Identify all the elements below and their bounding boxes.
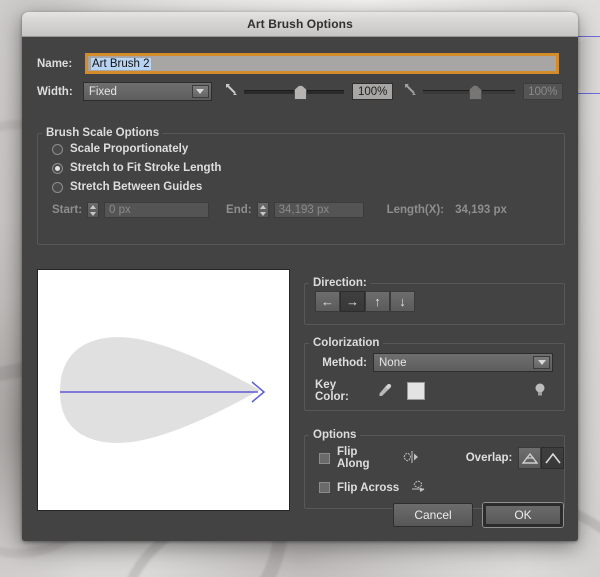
radio-button-icon[interactable] xyxy=(52,181,63,193)
radio-button-icon[interactable] xyxy=(52,143,63,155)
length-value: 34,193 px xyxy=(455,204,507,216)
end-input[interactable]: 34,193 px xyxy=(273,202,364,218)
start-stepper[interactable] xyxy=(87,202,100,218)
direction-up-button[interactable]: ↑ xyxy=(365,291,390,312)
start-input[interactable]: 0 px xyxy=(104,202,210,218)
direction-down-button[interactable]: ↓ xyxy=(390,291,415,312)
width-type-select[interactable]: Fixed xyxy=(82,82,212,101)
length-label: Length(X): xyxy=(386,204,445,216)
overlap-label: Overlap: xyxy=(465,452,513,464)
radio-stretch-between-guides[interactable]: Stretch Between Guides xyxy=(52,181,564,193)
direction-button-bar: ← → ↑ ↓ xyxy=(315,291,564,312)
width-value-1[interactable]: 100% xyxy=(352,83,393,100)
radio-label: Stretch Between Guides xyxy=(70,181,203,193)
width-label: Width: xyxy=(37,85,73,98)
brush-scale-options-group: Brush Scale Options Scale Proportionatel… xyxy=(37,127,565,245)
width-value-2[interactable]: 100% xyxy=(522,83,564,100)
key-color-swatch[interactable] xyxy=(407,382,425,400)
flip-across-row: Flip Across xyxy=(319,479,564,496)
radio-label: Scale Proportionately xyxy=(70,143,189,155)
arrow-up-icon: ↑ xyxy=(374,294,381,309)
key-color-label: Key Color: xyxy=(315,379,349,403)
radio-scale-proportionately[interactable]: Scale Proportionately xyxy=(52,143,564,155)
brush-name-input[interactable]: Art Brush 2 xyxy=(85,53,559,74)
overlap-adjust-button[interactable] xyxy=(518,447,542,469)
brush-preview xyxy=(37,269,290,511)
colorization-method-value: None xyxy=(379,356,407,369)
width-type-value: Fixed xyxy=(88,85,117,98)
chevron-down-icon[interactable] xyxy=(191,85,209,98)
arrow-right-icon: → xyxy=(346,294,359,309)
pen-pressure-icon xyxy=(224,82,240,101)
guides-range-row: Start: 0 px End: 34,193 px Length(X): 34… xyxy=(52,202,564,218)
flip-across-checkbox[interactable] xyxy=(319,482,330,493)
brush-name-value: Art Brush 2 xyxy=(91,57,151,70)
ok-button[interactable]: OK xyxy=(483,503,563,527)
options-legend: Options xyxy=(313,429,357,441)
arrow-left-icon: ← xyxy=(321,294,334,309)
width-slider-2[interactable] xyxy=(422,83,515,101)
colorization-legend: Colorization xyxy=(313,337,380,349)
flip-across-icon xyxy=(411,479,429,496)
direction-group: Direction: ← → ↑ ↓ xyxy=(304,277,565,325)
end-stepper[interactable] xyxy=(256,202,269,218)
lightbulb-tip-icon[interactable] xyxy=(533,382,547,401)
eyedropper-icon[interactable] xyxy=(377,382,393,401)
flip-along-label: Flip Along xyxy=(337,446,370,470)
radio-label: Stretch to Fit Stroke Length xyxy=(70,162,222,174)
dialog-body: Name: Art Brush 2 Width: Fixed 100% 100%… xyxy=(22,37,578,541)
key-color-row: Key Color: xyxy=(315,379,564,403)
direction-legend: Direction: xyxy=(313,277,367,289)
flip-along-row: Flip Along Overlap: xyxy=(319,446,564,470)
slider-thumb[interactable] xyxy=(468,84,482,100)
width-slider-1[interactable] xyxy=(243,83,345,101)
width-row: Width: Fixed 100% 100% xyxy=(37,82,564,101)
direction-left-button[interactable]: ← xyxy=(315,291,340,312)
chevron-down-icon[interactable] xyxy=(533,356,550,369)
flip-across-label: Flip Across xyxy=(337,481,400,494)
dialog-titlebar[interactable]: Art Brush Options xyxy=(22,12,578,37)
radio-stretch-to-fit-stroke-length[interactable]: Stretch to Fit Stroke Length xyxy=(52,162,564,174)
name-label: Name: xyxy=(37,57,73,70)
name-row: Name: Art Brush 2 xyxy=(37,53,563,74)
art-brush-options-dialog: Art Brush Options Name: Art Brush 2 Widt… xyxy=(22,12,578,541)
brush-preview-canvas xyxy=(60,337,266,443)
slider-thumb[interactable] xyxy=(294,84,308,100)
end-label: End: xyxy=(226,204,252,216)
overlap-keep-button[interactable] xyxy=(541,447,564,469)
flip-along-icon xyxy=(402,450,420,467)
dialog-title: Art Brush Options xyxy=(247,17,353,31)
pen-variation-icon xyxy=(403,82,419,101)
brush-scale-legend: Brush Scale Options xyxy=(46,127,160,139)
colorization-group: Colorization Method: None Key Color: xyxy=(304,337,565,411)
options-group: Options Flip Along Overlap: Flip Across xyxy=(304,429,565,509)
dialog-footer: Cancel OK xyxy=(393,503,563,527)
method-label: Method: xyxy=(322,356,367,369)
radio-button-icon[interactable] xyxy=(52,162,63,174)
flip-along-checkbox[interactable] xyxy=(319,452,330,464)
direction-right-button[interactable]: → xyxy=(340,291,365,312)
desktop-background: Art Brush Options Name: Art Brush 2 Widt… xyxy=(0,0,600,577)
method-row: Method: None xyxy=(315,353,564,372)
cancel-button[interactable]: Cancel xyxy=(393,503,473,527)
start-label: Start: xyxy=(52,204,83,216)
colorization-method-select[interactable]: None xyxy=(373,353,553,372)
brush-art-shape xyxy=(60,337,260,443)
arrow-down-icon: ↓ xyxy=(399,294,406,309)
